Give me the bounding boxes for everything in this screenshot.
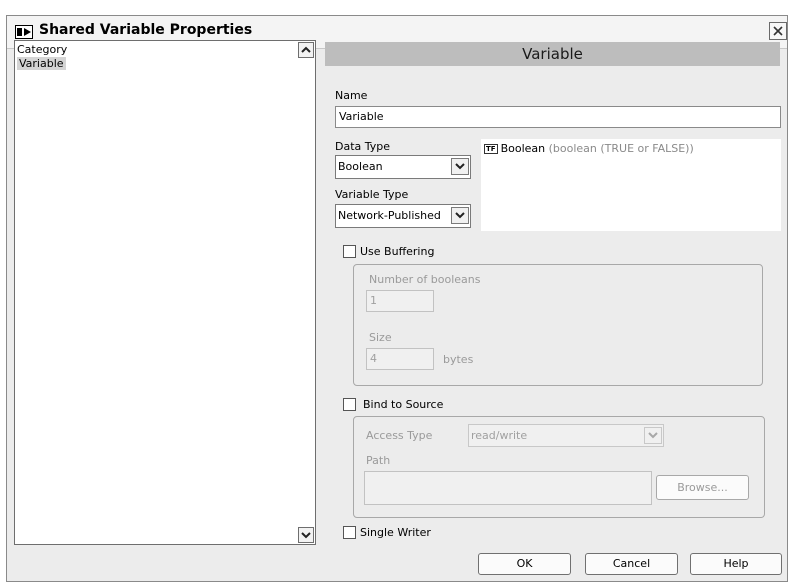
- single-writer-label[interactable]: Single Writer: [360, 526, 431, 539]
- ok-button[interactable]: OK: [478, 553, 571, 575]
- scroll-down-button[interactable]: [298, 527, 314, 543]
- single-writer-checkbox[interactable]: [343, 526, 356, 539]
- path-label: Path: [366, 454, 391, 467]
- use-buffering-checkbox[interactable]: [343, 245, 356, 258]
- number-of-booleans-label: Number of booleans: [369, 273, 481, 286]
- category-list[interactable]: Category Variable: [14, 40, 316, 545]
- number-of-booleans-input[interactable]: 1: [366, 290, 434, 312]
- shared-variable-icon: [15, 25, 33, 39]
- variable-type-value: Network-Published: [338, 209, 441, 222]
- access-type-label: Access Type: [366, 429, 433, 442]
- size-input[interactable]: 4: [366, 348, 434, 370]
- data-type-label: Data Type: [335, 140, 391, 153]
- variable-type-select[interactable]: Network-Published: [335, 204, 471, 228]
- panel-header: Variable: [325, 42, 780, 66]
- help-button[interactable]: Help: [690, 553, 782, 575]
- close-icon: [773, 26, 783, 36]
- window-title: Shared Variable Properties: [39, 22, 253, 38]
- chevron-down-icon[interactable]: [644, 427, 662, 444]
- scroll-up-button[interactable]: [298, 42, 314, 58]
- data-type-value: Boolean: [338, 160, 383, 173]
- chevron-down-icon[interactable]: [451, 207, 469, 224]
- boolean-type-icon: TF: [484, 144, 498, 154]
- access-type-value: read/write: [471, 429, 528, 442]
- browse-button[interactable]: Browse...: [656, 475, 749, 500]
- path-input[interactable]: [364, 471, 652, 505]
- chevron-down-icon[interactable]: [451, 158, 469, 175]
- name-label: Name: [335, 89, 368, 102]
- category-item-variable[interactable]: Variable: [17, 57, 66, 70]
- bind-to-source-label[interactable]: Bind to Source: [363, 398, 443, 411]
- name-input[interactable]: Variable: [335, 106, 781, 128]
- chevron-down-icon: [301, 532, 311, 539]
- data-type-select[interactable]: Boolean: [335, 155, 471, 179]
- variable-type-label: Variable Type: [335, 188, 409, 201]
- close-button[interactable]: [769, 22, 787, 40]
- type-description-box: TF Boolean (boolean (TRUE or FALSE)): [481, 139, 781, 231]
- access-type-select[interactable]: read/write: [468, 424, 664, 447]
- size-label: Size: [369, 331, 392, 344]
- category-header: Category: [17, 43, 68, 56]
- type-description-name: Boolean: [500, 142, 546, 155]
- chevron-up-icon: [301, 46, 311, 53]
- use-buffering-label[interactable]: Use Buffering: [360, 245, 434, 258]
- bind-to-source-checkbox[interactable]: [343, 398, 356, 411]
- type-description-detail: (boolean (TRUE or FALSE)): [548, 142, 694, 155]
- cancel-button[interactable]: Cancel: [585, 553, 678, 575]
- size-unit-label: bytes: [443, 353, 474, 366]
